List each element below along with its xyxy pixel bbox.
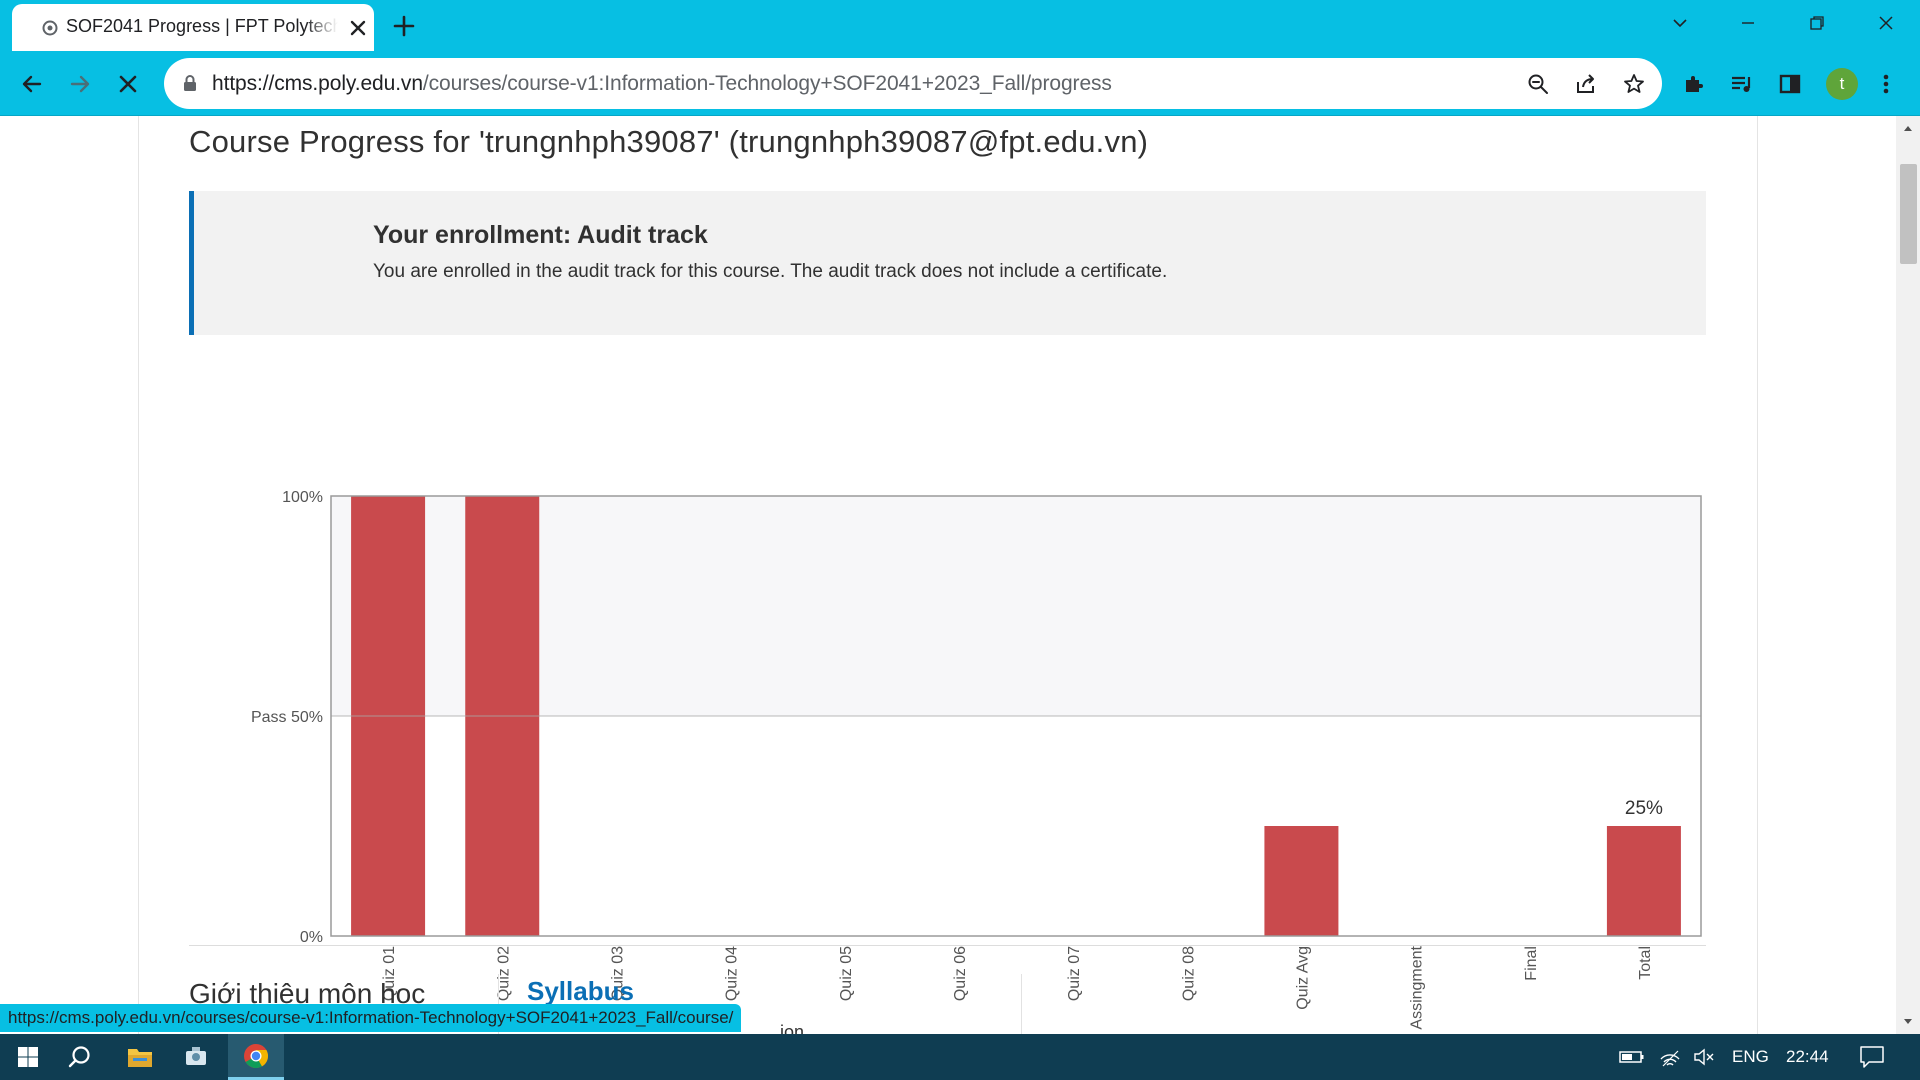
grade-progress-chart: 100%Pass 50%0%Quiz 01 Quiz 02 Quiz 03 Quiz … xyxy=(251,489,1702,1030)
tab-search-chevron-down-icon[interactable] xyxy=(1660,8,1700,38)
app-pinned-icon[interactable] xyxy=(168,1034,224,1080)
section-separator xyxy=(1021,974,1022,1034)
side-panel-icon[interactable] xyxy=(1774,68,1806,100)
x-tick-label: Assingment xyxy=(1409,945,1426,1029)
lock-icon[interactable] xyxy=(182,74,198,92)
scroll-up-arrow-icon[interactable] xyxy=(1896,118,1920,138)
syllabus-link[interactable]: Syllabus xyxy=(527,976,634,1007)
browser-toolbar: https://cms.poly.edu.vn/courses/course-v… xyxy=(0,51,1920,116)
section-subtext: ion xyxy=(780,1022,805,1034)
volume-muted-icon[interactable] xyxy=(1680,1034,1728,1080)
address-bar[interactable]: https://cms.poly.edu.vn/courses/course-v… xyxy=(164,58,1662,109)
x-tick-label: Quiz 07 xyxy=(1066,946,1083,1001)
x-tick-label: Quiz 05 xyxy=(838,946,855,1001)
bookmark-star-icon[interactable] xyxy=(1618,68,1650,100)
page-title: Course Progress for 'trungnhph39087' (tr… xyxy=(189,124,1149,159)
back-arrow-icon[interactable] xyxy=(16,68,48,100)
enrollment-title: Your enrollment: Audit track xyxy=(373,221,708,249)
extensions-puzzle-icon[interactable] xyxy=(1678,68,1710,100)
close-window-icon[interactable] xyxy=(1866,8,1906,38)
tab-title: SOF2041 Progress | FPT Polytechnic xyxy=(66,16,338,36)
link-status-bubble: https://cms.poly.edu.vn/courses/course-v… xyxy=(0,1004,742,1032)
language-indicator[interactable]: ENG xyxy=(1732,1047,1769,1067)
chart-bar xyxy=(1606,826,1681,936)
loading-favicon-icon xyxy=(42,20,58,36)
stop-loading-icon[interactable] xyxy=(112,68,144,100)
data-label: 25% xyxy=(1625,798,1663,819)
x-tick-label: Total xyxy=(1637,946,1654,980)
enrollment-description: You are enrolled in the audit track for … xyxy=(373,261,1168,282)
search-icon[interactable] xyxy=(52,1034,108,1080)
x-tick-label: Quiz 08 xyxy=(1180,946,1197,1001)
page-scrollbar[interactable] xyxy=(1896,116,1920,1034)
url-path: /courses/course-v1:Information-Technolog… xyxy=(422,72,1112,95)
y-tick-label: 100% xyxy=(282,489,323,506)
scroll-down-arrow-icon[interactable] xyxy=(1896,1012,1920,1032)
zoom-icon[interactable] xyxy=(1522,68,1554,100)
media-control-icon[interactable] xyxy=(1726,68,1758,100)
x-tick-label: Quiz 04 xyxy=(724,946,741,1001)
file-explorer-icon[interactable] xyxy=(112,1034,168,1080)
chart-bar xyxy=(1264,826,1339,936)
x-tick-label: Quiz 06 xyxy=(952,946,969,1001)
close-tab-icon[interactable] xyxy=(346,16,370,40)
url-text[interactable]: https://cms.poly.edu.vn/courses/course-v… xyxy=(212,72,1112,96)
page-viewport: Course Progress for 'trungnhph39087' (tr… xyxy=(0,116,1896,1034)
windows-taskbar: ENG 22:44 xyxy=(0,1034,1920,1080)
profile-avatar[interactable]: t xyxy=(1826,68,1858,100)
share-icon[interactable] xyxy=(1570,68,1602,100)
clock[interactable]: 22:44 xyxy=(1786,1047,1829,1067)
url-host: https://cms.poly.edu.vn xyxy=(212,72,423,95)
section-divider xyxy=(189,945,1706,946)
enrollment-notice: Your enrollment: Audit track You are enr… xyxy=(189,191,1706,335)
notifications-icon[interactable] xyxy=(1842,1034,1902,1080)
browser-tab[interactable]: SOF2041 Progress | FPT Polytechnic xyxy=(12,4,374,51)
scrollbar-thumb[interactable] xyxy=(1900,164,1917,264)
x-tick-label: Final xyxy=(1523,946,1540,981)
forward-arrow-icon[interactable] xyxy=(64,68,96,100)
more-menu-icon[interactable] xyxy=(1870,68,1902,100)
windows-start-icon[interactable] xyxy=(0,1034,56,1080)
chrome-icon[interactable] xyxy=(228,1034,284,1080)
y-tick-label: 0% xyxy=(300,929,323,946)
y-tick-label: Pass 50% xyxy=(251,709,323,726)
new-tab-icon[interactable] xyxy=(390,12,418,40)
restore-icon[interactable] xyxy=(1797,8,1837,38)
x-tick-label: Quiz Avg xyxy=(1294,946,1311,1010)
tab-strip: SOF2041 Progress | FPT Polytechnic xyxy=(0,0,1920,51)
minimize-icon[interactable] xyxy=(1728,8,1768,38)
